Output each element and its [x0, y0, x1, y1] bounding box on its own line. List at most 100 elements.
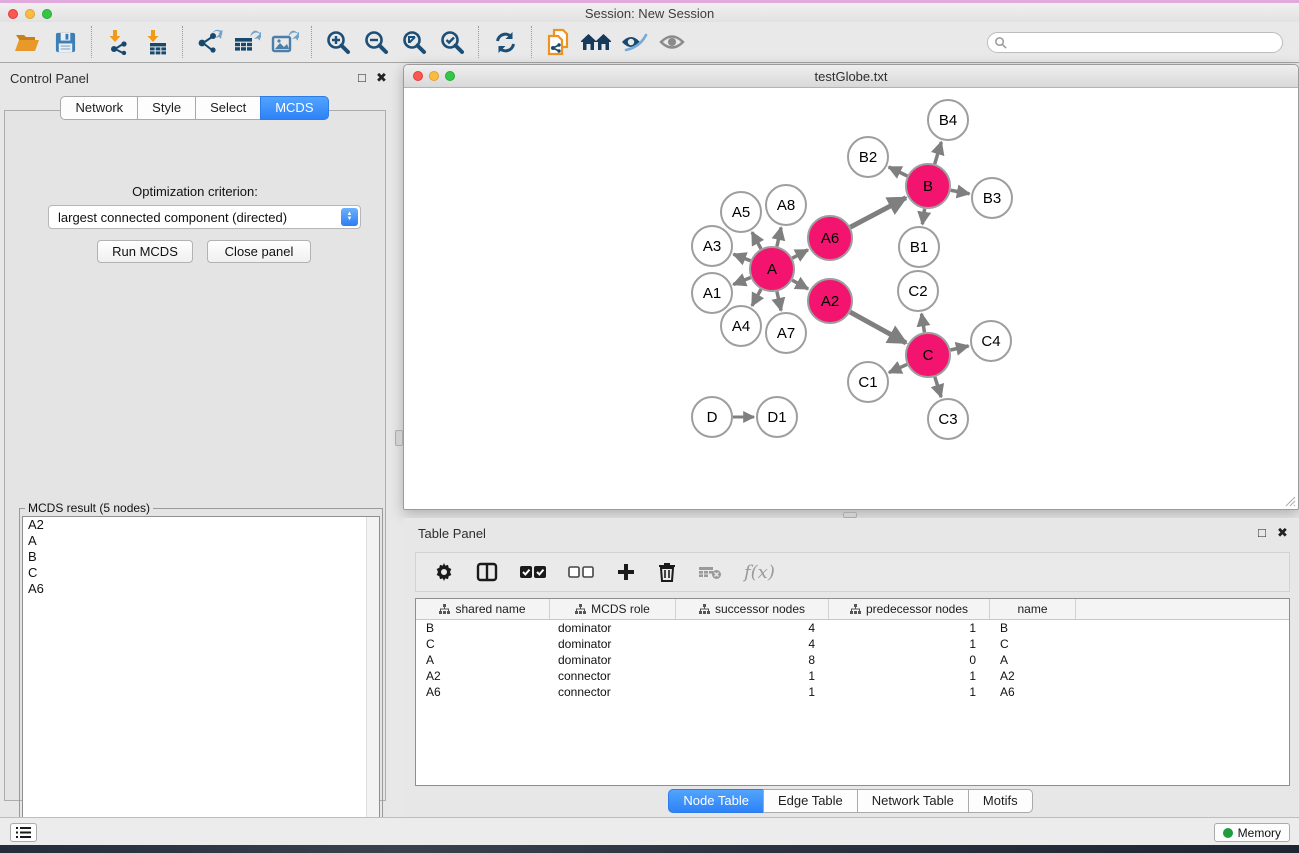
duplicate-network-button[interactable]	[539, 25, 577, 59]
add-column-button[interactable]	[616, 562, 636, 582]
float-panel-icon[interactable]: □	[358, 70, 366, 85]
edge-B-B1[interactable]	[922, 209, 924, 224]
delete-table-button[interactable]	[698, 564, 722, 580]
resize-grip-icon[interactable]	[1284, 495, 1296, 507]
import-table-button[interactable]	[137, 25, 175, 59]
mcds-result-item[interactable]: A6	[23, 581, 379, 597]
edge-C-C4[interactable]	[950, 346, 968, 350]
edge-B-B4[interactable]	[935, 142, 942, 164]
table-float-icon[interactable]: □	[1258, 525, 1266, 540]
table-cell: A2	[990, 669, 1076, 683]
edge-A-A3[interactable]	[733, 254, 750, 261]
column-header-predecessor-nodes[interactable]: predecessor nodes	[829, 599, 990, 619]
task-history-button[interactable]	[10, 823, 37, 842]
column-header-MCDS-role[interactable]: MCDS role	[550, 599, 676, 619]
node-table[interactable]: shared nameMCDS rolesuccessor nodesprede…	[415, 598, 1290, 786]
table-close-icon[interactable]: ✖	[1277, 525, 1288, 541]
zoom-out-button[interactable]	[357, 25, 395, 59]
edge-A-A7[interactable]	[777, 291, 781, 310]
refresh-button[interactable]	[486, 25, 524, 59]
import-network-button[interactable]	[99, 25, 137, 59]
zoom-fit-button[interactable]	[395, 25, 433, 59]
table-row[interactable]: Cdominator41C	[416, 636, 1289, 652]
edge-A-A5[interactable]	[752, 232, 761, 249]
mcds-result-item[interactable]: B	[23, 549, 379, 565]
main-toolbar	[0, 22, 1299, 63]
tab-mcds[interactable]: MCDS	[260, 96, 328, 120]
split-view-button[interactable]	[476, 562, 498, 582]
table-cell: 0	[829, 653, 990, 667]
tab-node-table[interactable]: Node Table	[668, 789, 764, 813]
column-header-shared-name[interactable]: shared name	[416, 599, 550, 619]
homes-icon	[580, 31, 612, 53]
table-header-row: shared nameMCDS rolesuccessor nodesprede…	[416, 599, 1289, 620]
function-builder-button[interactable]: f(x)	[744, 562, 775, 583]
edge-C-C3[interactable]	[935, 377, 941, 397]
table-row[interactable]: A2connector11A2	[416, 668, 1289, 684]
tab-select[interactable]: Select	[195, 96, 261, 120]
export-image-button[interactable]	[266, 25, 304, 59]
edge-A-A1[interactable]	[733, 278, 750, 285]
column-header-successor-nodes[interactable]: successor nodes	[676, 599, 829, 619]
save-icon	[54, 31, 77, 54]
hide-panels-button[interactable]	[615, 25, 653, 59]
tab-style[interactable]: Style	[137, 96, 196, 120]
delete-table-icon	[698, 564, 722, 580]
edge-A-A4[interactable]	[752, 289, 761, 306]
toolbar-separator	[478, 26, 479, 58]
edge-B-B3[interactable]	[951, 190, 970, 194]
mcds-result-item[interactable]: A2	[23, 517, 379, 533]
mcds-result-item[interactable]: A	[23, 533, 379, 549]
deselect-all-button[interactable]	[568, 565, 594, 579]
toolbar-search[interactable]	[987, 32, 1283, 53]
node-label-D1: D1	[767, 409, 786, 426]
tab-network[interactable]: Network	[60, 96, 138, 120]
tab-motifs[interactable]: Motifs	[968, 789, 1033, 813]
open-session-button[interactable]	[8, 25, 46, 59]
table-settings-button[interactable]	[434, 562, 454, 582]
network-graph[interactable]: AA1A2A3A4A5A6A7A8BB1B2B3B4CC1C2C3C4DD1	[405, 88, 1299, 510]
export-table-button[interactable]	[228, 25, 266, 59]
save-session-button[interactable]	[46, 25, 84, 59]
select-all-button[interactable]	[520, 565, 546, 579]
toolbar-separator	[182, 26, 183, 58]
network-window-titlebar[interactable]: testGlobe.txt	[404, 65, 1298, 88]
edge-A2-C[interactable]	[850, 312, 906, 343]
edge-A-A6[interactable]	[792, 250, 808, 258]
criterion-select[interactable]: largest connected component (directed) ▲…	[48, 205, 361, 229]
table-row[interactable]: Adominator80A	[416, 652, 1289, 668]
close-panel-button[interactable]: Close panel	[207, 240, 311, 263]
table-cell: connector	[550, 669, 676, 683]
show-panels-button[interactable]	[653, 25, 691, 59]
edge-B-B2[interactable]	[889, 167, 908, 176]
run-mcds-button[interactable]: Run MCDS	[97, 240, 193, 263]
edge-C-C2[interactable]	[922, 314, 925, 333]
table-row[interactable]: A6connector11A6	[416, 684, 1289, 700]
close-panel-icon[interactable]: ✖	[376, 70, 387, 86]
mcds-result-list[interactable]: A2ABCA6	[22, 516, 380, 842]
mcds-result-item[interactable]: C	[23, 565, 379, 581]
delete-column-button[interactable]	[658, 562, 676, 582]
edge-A-A8[interactable]	[777, 227, 781, 246]
split-view-icon	[476, 562, 498, 582]
table-cell: dominator	[550, 637, 676, 651]
tab-network-table[interactable]: Network Table	[857, 789, 969, 813]
edge-A6-B[interactable]	[850, 198, 906, 228]
network-canvas[interactable]: AA1A2A3A4A5A6A7A8BB1B2B3B4CC1C2C3C4DD1	[405, 88, 1297, 508]
table-row[interactable]: Bdominator41B	[416, 620, 1289, 636]
column-namespace-icon	[850, 604, 861, 615]
edge-A-A2[interactable]	[792, 280, 808, 289]
column-header-name[interactable]: name	[990, 599, 1076, 619]
gear-icon	[434, 562, 454, 582]
export-network-button[interactable]	[190, 25, 228, 59]
home-button[interactable]	[577, 25, 615, 59]
search-input[interactable]	[1007, 35, 1276, 49]
tab-edge-table[interactable]: Edge Table	[763, 789, 858, 813]
zoom-in-button[interactable]	[319, 25, 357, 59]
zoom-selected-button[interactable]	[433, 25, 471, 59]
list-scrollbar[interactable]	[366, 517, 379, 841]
memory-button[interactable]: Memory	[1214, 823, 1290, 842]
edge-C-C1[interactable]	[889, 364, 907, 372]
vertical-splitter-handle[interactable]	[395, 430, 403, 446]
mcds-result-group: MCDS result (5 nodes) A2ABCA6	[19, 508, 383, 845]
